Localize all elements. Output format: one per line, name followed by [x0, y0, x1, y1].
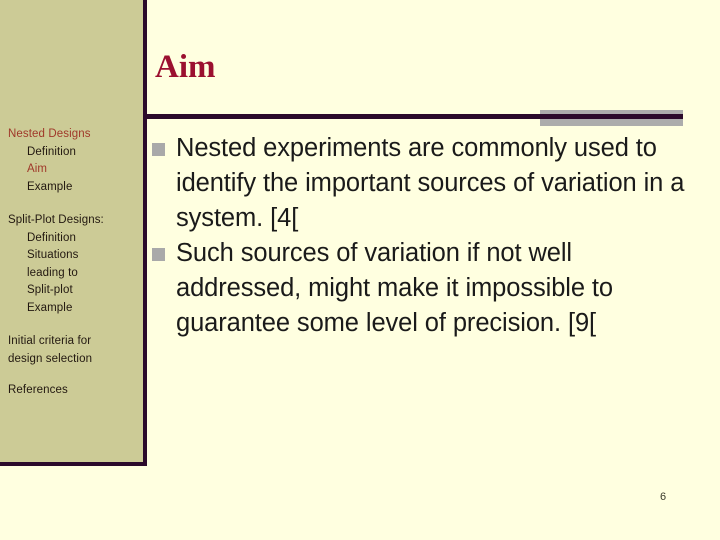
square-bullet-icon	[152, 248, 165, 261]
sidebar-group-split-plot-designs: Split-Plot Designs: Definition Situation…	[0, 212, 143, 317]
bullet-item: Such sources of variation if not well ad…	[152, 236, 697, 341]
sidebar-item-split-situations[interactable]: Situations	[0, 247, 143, 265]
sidebar-item-nested-designs[interactable]: Nested Designs	[0, 126, 143, 144]
sidebar-group-initial-criteria: Initial criteria for design selection	[0, 333, 143, 368]
sidebar-item-split-plot[interactable]: Split-plot	[0, 282, 143, 300]
bullet-item: Nested experiments are commonly used to …	[152, 131, 697, 236]
slide-canvas: Nested Designs Definition Aim Example Sp…	[0, 0, 720, 540]
sidebar-item-initial-criteria-line1[interactable]: Initial criteria for	[0, 333, 143, 351]
sidebar-group-nested-designs: Nested Designs Definition Aim Example	[0, 126, 143, 196]
sidebar-item-references[interactable]: References	[0, 382, 143, 400]
page-number: 6	[660, 491, 667, 503]
sidebar-item-split-definition[interactable]: Definition	[0, 230, 143, 248]
slide-title: Aim	[155, 49, 216, 85]
sidebar-group-references: References	[0, 382, 143, 400]
sidebar-item-initial-criteria-line2[interactable]: design selection	[0, 351, 143, 369]
divider-line	[143, 114, 683, 119]
slide-body: Nested experiments are commonly used to …	[152, 131, 697, 341]
sidebar-item-split-example[interactable]: Example	[0, 300, 143, 318]
sidebar-right-border	[143, 0, 147, 466]
sidebar-navigation: Nested Designs Definition Aim Example Sp…	[0, 126, 143, 400]
bullet-text: Such sources of variation if not well ad…	[176, 239, 613, 337]
sidebar-item-nested-aim[interactable]: Aim	[0, 161, 143, 179]
sidebar-item-nested-definition[interactable]: Definition	[0, 144, 143, 162]
square-bullet-icon	[152, 143, 165, 156]
sidebar-item-split-plot-designs[interactable]: Split-Plot Designs:	[0, 212, 143, 230]
sidebar-item-split-leading-to[interactable]: leading to	[0, 265, 143, 283]
sidebar-item-nested-example[interactable]: Example	[0, 179, 143, 197]
bullet-text: Nested experiments are commonly used to …	[176, 134, 685, 232]
sidebar-bottom-border	[0, 462, 147, 466]
